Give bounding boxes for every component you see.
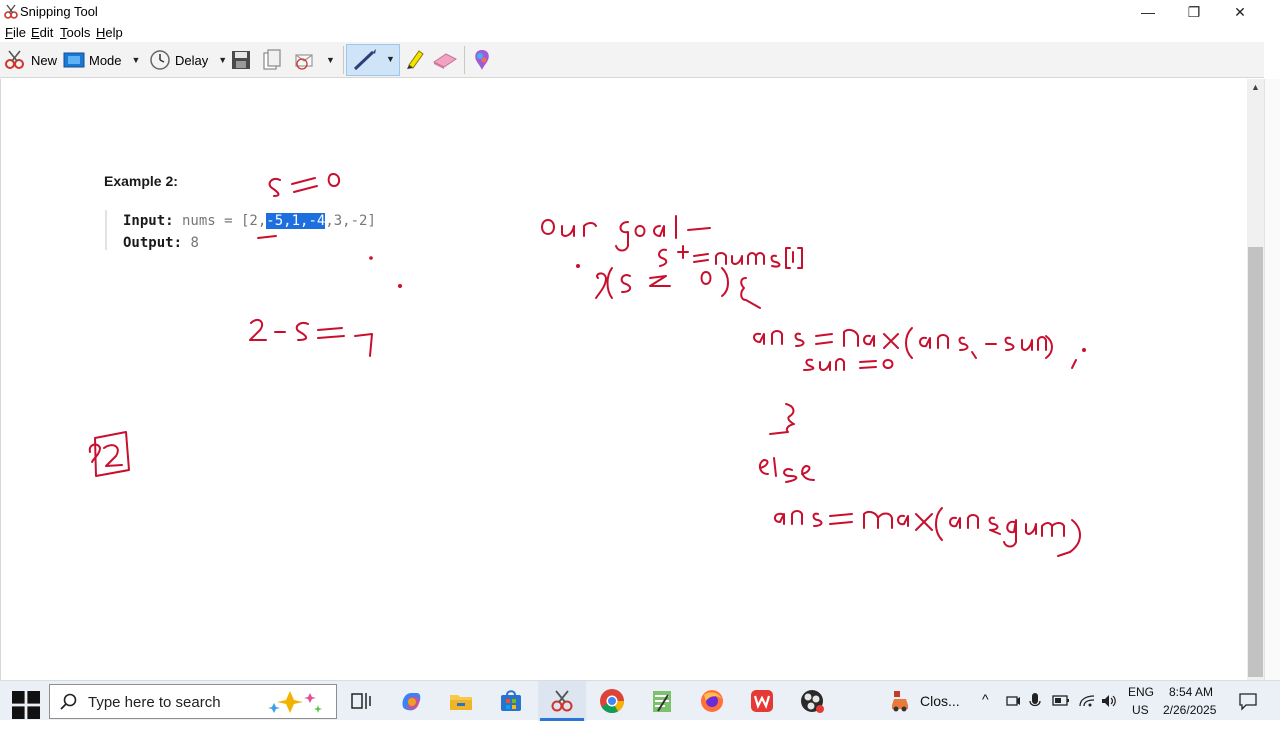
clock-date[interactable]: 2/26/2025 xyxy=(1163,703,1216,743)
minimize-button[interactable]: — xyxy=(1125,0,1171,24)
output-line: Output: 8 xyxy=(123,235,199,251)
windows-start-icon[interactable] xyxy=(12,691,40,719)
file-explorer-icon[interactable] xyxy=(447,687,475,715)
save-button[interactable] xyxy=(231,46,251,74)
notification-icon[interactable] xyxy=(1238,691,1258,711)
save-icon xyxy=(232,51,250,69)
input-var: nums = [2, xyxy=(173,213,267,229)
title-bar: Snipping Tool — ❐ ✕ xyxy=(0,0,1280,24)
show-hidden-icons[interactable]: ^ xyxy=(982,691,989,731)
vertical-scrollbar[interactable]: ▲ xyxy=(1247,79,1264,680)
chrome-icon[interactable] xyxy=(598,687,626,715)
app-notification-icon[interactable] xyxy=(886,687,914,715)
new-button[interactable]: New xyxy=(3,46,57,74)
task-view-icon[interactable] xyxy=(347,687,375,715)
new-snip-icon xyxy=(5,50,24,69)
battery-icon[interactable] xyxy=(1052,694,1070,708)
window-title: Snipping Tool xyxy=(20,4,98,19)
chevron-down-icon: ▼ xyxy=(326,55,335,65)
scroll-up-arrow[interactable]: ▲ xyxy=(1247,79,1264,96)
volume-icon[interactable] xyxy=(1100,693,1118,709)
toolbar: New Mode ▼ Delay ▼ ▼ xyxy=(0,42,1264,78)
input-rest: ,3,-2] xyxy=(325,213,376,229)
taskbar-search-box[interactable]: Type here to search xyxy=(49,684,337,719)
pen-icon xyxy=(353,49,376,71)
notepad-icon[interactable] xyxy=(648,687,676,715)
snip-canvas[interactable]: Example 2: Input: nums = [2,-5,1,-4,3,-2… xyxy=(0,79,1247,680)
microphone-icon[interactable] xyxy=(1028,692,1042,710)
background-window-edge xyxy=(1264,79,1280,680)
delay-button[interactable]: Delay ▼ xyxy=(149,46,227,74)
input-line: Input: nums = [2,-5,1,-4,3,-2] xyxy=(123,213,376,229)
mode-button-label: Mode xyxy=(89,52,122,68)
menu-file[interactable]: File xyxy=(5,25,26,40)
highlighter-icon[interactable] xyxy=(403,47,425,71)
output-label: Output: xyxy=(123,235,183,251)
snipping-tool-icon xyxy=(4,4,18,19)
snipping-tool-taskbar-icon[interactable] xyxy=(548,687,576,715)
taskbar: Type here to search Clos... ^ ENG US 8:5… xyxy=(0,680,1280,721)
scrollbar-thumb[interactable] xyxy=(1248,247,1263,677)
delay-clock-icon xyxy=(150,50,170,70)
mode-button[interactable]: Mode ▼ xyxy=(63,46,140,74)
restore-button[interactable]: ❐ xyxy=(1171,0,1217,24)
meet-now-icon[interactable] xyxy=(1005,693,1021,709)
chevron-down-icon: ▼ xyxy=(218,55,228,65)
copilot-icon[interactable] xyxy=(397,687,425,715)
chevron-down-icon[interactable]: ▼ xyxy=(386,54,395,64)
menu-edit[interactable]: Edit xyxy=(31,25,53,40)
obs-icon[interactable] xyxy=(798,687,826,715)
close-button[interactable]: ✕ xyxy=(1217,0,1263,24)
input-label: Input: xyxy=(123,213,174,229)
toolbar-separator xyxy=(464,46,465,74)
wps-icon[interactable] xyxy=(748,687,776,715)
chevron-down-icon: ▼ xyxy=(131,55,141,65)
toolbar-separator xyxy=(343,46,344,74)
firefox-icon[interactable] xyxy=(698,687,726,715)
search-icon xyxy=(60,693,77,710)
menu-bar: File Edit Tools Help xyxy=(0,24,1280,42)
paint3d-icon[interactable] xyxy=(472,48,492,72)
wifi-icon[interactable] xyxy=(1078,693,1096,709)
menu-help[interactable]: Help xyxy=(96,25,123,40)
keyboard-layout-indicator[interactable]: US xyxy=(1132,703,1149,743)
snipping-tool-window: Snipping Tool — ❐ ✕ File Edit Tools Help… xyxy=(0,0,1280,680)
new-button-label: New xyxy=(31,52,58,68)
eraser-icon[interactable] xyxy=(432,50,458,70)
store-icon[interactable] xyxy=(497,687,525,715)
copy-button[interactable] xyxy=(262,46,282,74)
menu-tools[interactable]: Tools xyxy=(60,25,90,40)
delay-button-label: Delay xyxy=(175,52,209,68)
search-placeholder: Type here to search xyxy=(88,694,221,711)
mode-icon xyxy=(63,52,85,68)
send-snip-button[interactable]: ▼ xyxy=(294,46,335,74)
output-value: 8 xyxy=(182,235,199,251)
copy-icon xyxy=(263,49,281,70)
pinned-app-label[interactable]: Clos... xyxy=(920,693,960,733)
selected-text: -5,1,-4 xyxy=(266,213,326,229)
send-icon xyxy=(295,54,313,70)
sparkle-icon xyxy=(268,691,322,713)
code-block-bar xyxy=(105,210,107,250)
example-title: Example 2: xyxy=(104,173,178,189)
